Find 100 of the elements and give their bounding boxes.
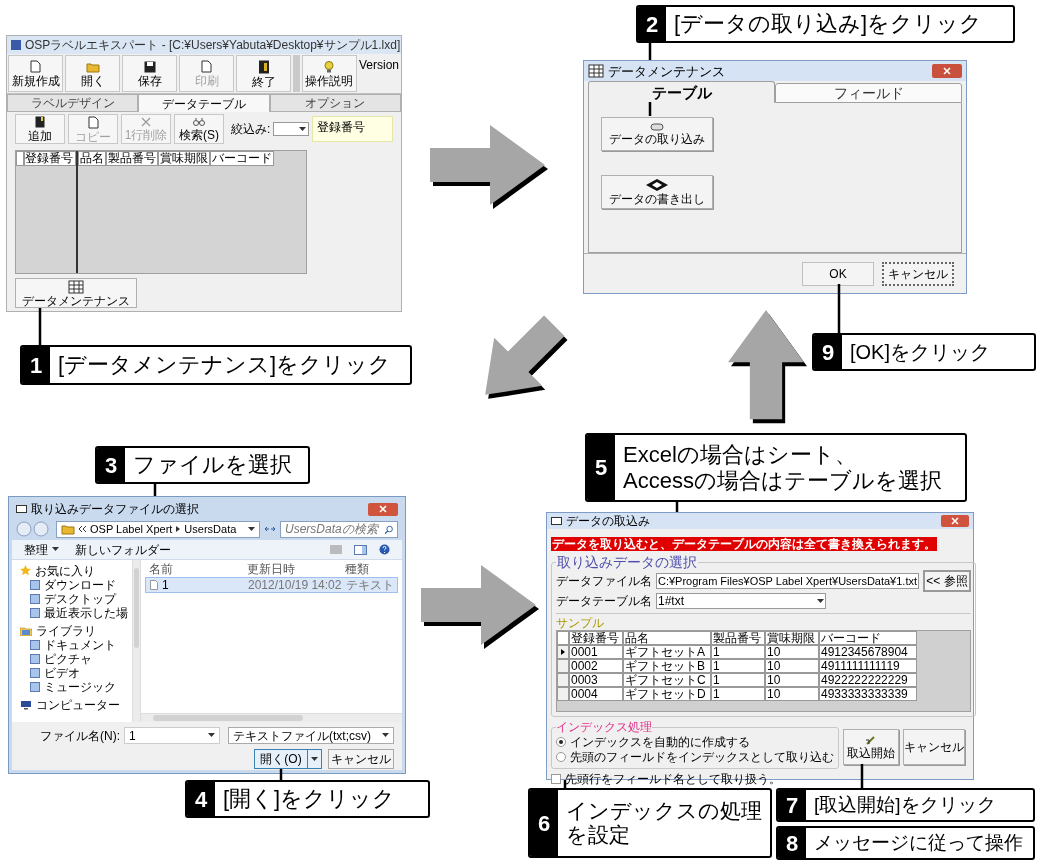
drive-icon [650,123,664,131]
nav-item[interactable]: コンピューター [20,698,132,711]
close-button[interactable] [941,515,969,527]
column-header[interactable]: 種類 [345,562,369,575]
help-button[interactable]: 操作説明 [301,55,357,92]
item-icon [30,607,40,618]
nav-item[interactable]: ライブラリ [20,624,132,637]
tab[interactable]: フィールド [775,83,962,103]
radio-option[interactable]: インデックスを自動的に作成する [556,734,834,749]
file-row[interactable]: 1 2012/10/19 14:02 テキスト [145,577,398,593]
table-cell: 4911111111119 [819,659,917,673]
help-icon[interactable] [379,544,390,555]
open-button[interactable]: 開く(O) [254,749,308,769]
action-button[interactable]: 追加 [15,114,65,144]
cancel-button[interactable]: キャンセル [882,261,954,286]
cancel-button[interactable]: キャンセル [903,729,965,765]
table-dropdown[interactable]: 1#txt [656,593,826,609]
nav-item[interactable]: ドキュメント [20,638,132,651]
column-header: 製品番号 [106,151,158,166]
window-title: データの取込み [566,515,650,527]
radio-button[interactable] [556,751,566,762]
filter-dropdown[interactable] [273,122,310,136]
table-cell: ギフトセットB [623,659,711,673]
scrollbar[interactable] [132,560,141,722]
data-maintenance-button[interactable]: データメンテナンス [15,278,137,308]
browse-button[interactable]: << 参照 [923,570,972,592]
table-cell: 1 [711,659,765,673]
filter-box: 登録番号 [312,116,393,142]
open-menu-button[interactable] [308,749,322,769]
version-label: Version [358,57,400,71]
diamond-icon [646,179,668,191]
close-icon [379,505,387,513]
row-header[interactable] [557,645,569,659]
action-button[interactable]: データの書き出し [601,175,713,209]
step-number: 4 [187,782,215,816]
nav-item[interactable]: ビデオ [20,666,132,679]
checkbox[interactable] [551,773,561,784]
column-header[interactable]: 名前 [141,562,247,575]
close-button[interactable] [932,64,962,78]
new-folder-button[interactable]: 新しいフォルダー [75,543,171,556]
action-button[interactable]: 検索(S) [174,114,224,144]
window-icon [551,517,562,525]
step-number: 5 [587,435,615,500]
toolbar-button[interactable]: 開く [65,55,120,92]
filter-label: 絞込み: [231,123,271,135]
column-header: 製品番号 [711,631,765,645]
step-text: [データの取り込み]をクリック [673,11,984,37]
search-input[interactable]: UsersDataの検索 [285,520,385,538]
door-icon [257,59,270,74]
item-icon [30,653,40,664]
toolbar-button[interactable]: 新規作成 [8,55,63,92]
organize-menu[interactable]: 整理 [24,543,59,556]
window-title: データメンテナンス [608,64,725,78]
table-icon [68,279,84,294]
tab[interactable]: テーブル [588,81,775,103]
close-button[interactable] [368,502,398,516]
horizontal-scrollbar[interactable] [141,713,402,722]
table-cell: ギフトセットC [623,673,711,687]
address-bar[interactable]: OSP Label Xpert UsersData [56,520,260,538]
breadcrumb-item[interactable]: OSP Label Xpert [90,523,173,535]
file-type-dropdown[interactable]: テキストファイル(txt;csv) [228,727,394,744]
column-header[interactable]: 更新日時 [247,562,345,575]
chevron-icon [79,526,86,532]
checkbox-option[interactable]: 先頭行をフィールド名として取り扱う。 [551,771,839,786]
window-title: OSPラベルエキスパート - [C:¥Users¥Yabuta¥Desktop¥サンプル1.lxd] [25,39,401,51]
ok-button[interactable]: OK [802,261,874,286]
caret-icon [382,733,389,738]
step-text: ファイルを選択 [132,452,293,478]
tab[interactable]: データテーブル [138,94,270,112]
nav-item[interactable]: 最近表示した場 [20,606,132,619]
toolbar-button[interactable]: 終了 [236,55,291,92]
nav-item[interactable]: ダウンロード [20,578,132,591]
tab[interactable]: オプション [269,94,401,112]
cancel-button[interactable]: キャンセル [328,749,394,769]
file-path-field[interactable]: C:¥Program Files¥OSP Label Xpert¥UsersData¥1.txt [656,573,920,589]
radio-button[interactable] [556,736,566,747]
nav-item[interactable]: お気に入り [20,564,132,577]
lightbulb-icon [324,60,335,73]
filename-field[interactable]: 1 [124,727,220,744]
nav-item[interactable]: ミュージック [20,680,132,693]
column-header: 賞味期限 [158,151,210,166]
breadcrumb-item[interactable]: UsersData [184,523,237,535]
nav-item[interactable]: デスクトップ [20,592,132,605]
window-icon [16,505,27,513]
column-header: バーコード [819,631,917,645]
nav-item[interactable]: ピクチャ [20,652,132,665]
toolbar-button[interactable]: 保存 [122,55,177,92]
start-import-button[interactable]: 取込開始 [843,729,899,765]
tab[interactable]: ラベルデザイン [7,94,139,112]
action-button[interactable]: データの取り込み [601,117,713,151]
radio-option[interactable]: 先頭のフィールドをインデックスとして取り込む [556,749,834,764]
book-icon [35,116,45,128]
refresh-icon[interactable] [264,524,276,534]
table-cell: 10 [765,673,819,687]
pane-icon[interactable] [354,544,367,555]
search-field[interactable]: UsersDataの検索 [280,520,398,538]
computer-icon [20,699,32,710]
caret-icon [52,547,59,552]
file-icon [150,580,158,590]
table-icon [588,64,604,78]
